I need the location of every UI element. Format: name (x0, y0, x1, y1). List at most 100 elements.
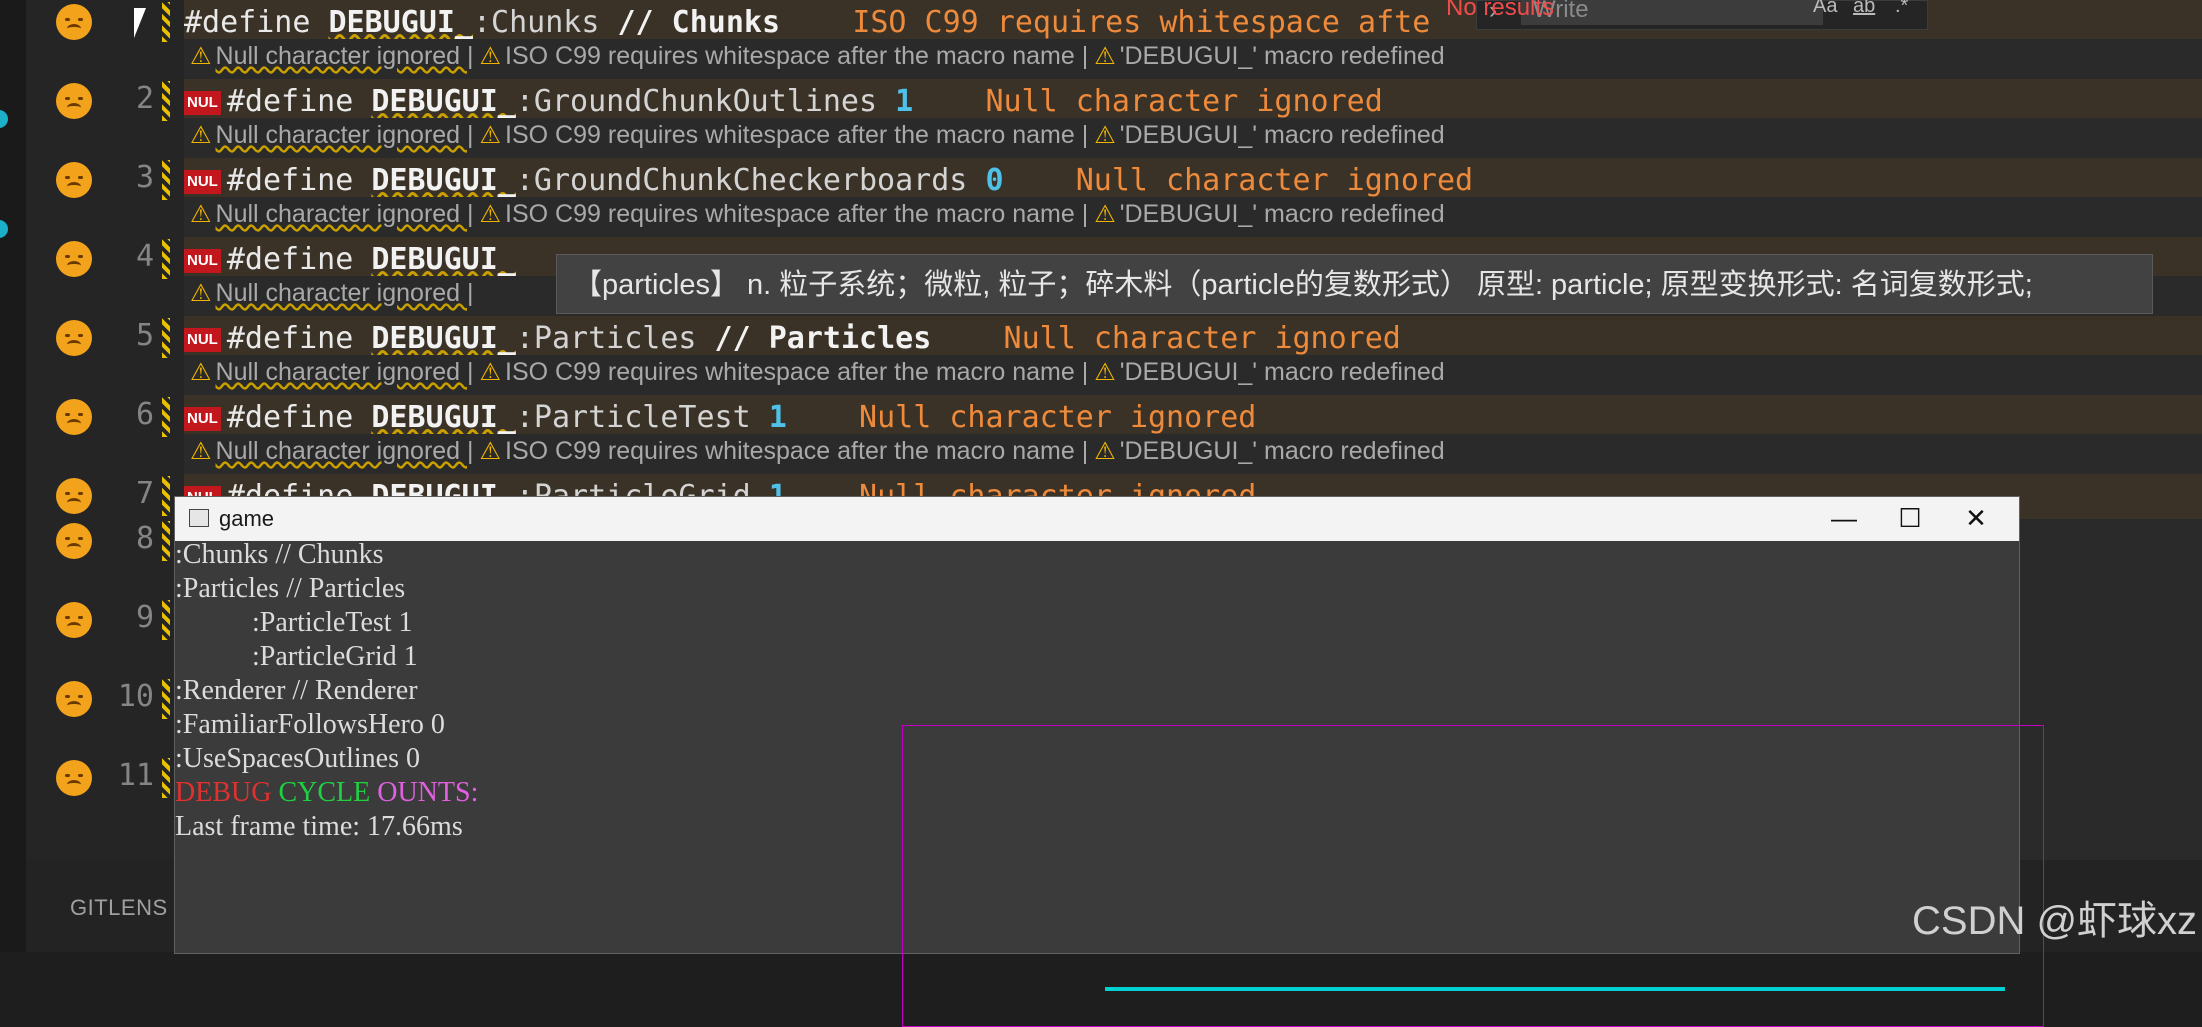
git-change-marker[interactable] (162, 81, 170, 121)
define-keyword: #define (226, 84, 354, 119)
diagnostic-message: ISO C99 requires whitespace after the ma… (505, 42, 1089, 70)
git-change-marker[interactable] (162, 600, 170, 640)
diagnostic-message: Null character ignored | (215, 279, 474, 307)
inline-error: Null character ignored (1075, 163, 1474, 198)
diagnostic-line[interactable]: ⚠ Null character ignored | ⚠ ISO C99 requir… (184, 434, 2202, 468)
diagnostic-message: 'DEBUGUI_' macro redefined (1119, 121, 1445, 149)
debug-word: CYCLE (278, 777, 371, 808)
diagnostic-message: 'DEBUGUI_' macro redefined (1119, 358, 1445, 386)
macro-name: DEBUGUI_ (371, 163, 516, 198)
warning-icon: ⚠ (479, 122, 502, 149)
git-change-marker[interactable] (162, 521, 170, 561)
inline-error: Null character ignored (985, 84, 1383, 119)
macro-name: DEBUGUI_ (371, 242, 516, 277)
window-app-icon (189, 509, 209, 527)
minimize-button[interactable]: — (1811, 497, 1877, 541)
warning-icon: ⚠ (1094, 43, 1116, 70)
game-debug-line[interactable]: :ParticleGrid 1 (175, 641, 418, 673)
diagnostic-message: Null character ignored | (215, 200, 474, 228)
maximize-button[interactable]: ☐ (1877, 497, 1943, 541)
gitlens-panel-tab[interactable]: GITLENS (70, 895, 168, 921)
git-change-marker[interactable] (162, 397, 170, 437)
editor-gutter: 2 3 4 5 6 7 8 9 10 11 (26, 0, 184, 860)
find-no-results: No results (1446, 0, 1555, 21)
game-debug-line[interactable]: :Chunks // Chunks (175, 539, 383, 571)
debug-word: DEBUG (175, 777, 272, 808)
macro-suffix: :GroundChunkCheckerboards (515, 163, 968, 198)
diagnostic-line[interactable]: ⚠ Null character ignored | ⚠ ISO C99 requir… (184, 39, 2202, 73)
diagnostic-message: ISO C99 requires whitespace after the ma… (505, 200, 1089, 228)
sad-face-icon (56, 760, 92, 796)
line-number: 2 (135, 81, 154, 116)
diagnostic-message: Null character ignored | (215, 437, 474, 465)
warning-icon: ⚠ (190, 201, 212, 228)
nul-badge: NUL (184, 327, 221, 352)
git-change-marker[interactable] (162, 318, 170, 358)
define-keyword: #define (226, 321, 354, 356)
macro-value: 1 (768, 400, 787, 435)
diagnostic-line[interactable]: ⚠ Null character ignored | ⚠ ISO C99 requir… (184, 355, 2202, 389)
diagnostic-message: ISO C99 requires whitespace after the ma… (505, 358, 1089, 386)
macro-value: 1 (895, 84, 914, 119)
diagnostic-line[interactable]: ⚠ Null character ignored | ⚠ ISO C99 requir… (184, 118, 2202, 152)
define-keyword: #define (226, 400, 354, 435)
warning-icon: ⚠ (479, 43, 502, 70)
regex-icon[interactable]: .* (1895, 0, 1908, 18)
sad-face-icon (56, 602, 92, 638)
frame-time-line: Last frame time: 17.66ms (175, 811, 463, 842)
sad-face-icon (56, 478, 92, 514)
close-button[interactable]: ✕ (1943, 497, 2009, 541)
macro-value: 0 (985, 163, 1004, 198)
warning-icon: ⚠ (1094, 359, 1116, 386)
macro-suffix: :Chunks (473, 5, 600, 40)
sad-face-icon (56, 83, 92, 119)
define-keyword: #define (226, 242, 354, 277)
git-change-marker[interactable] (162, 160, 170, 200)
git-change-marker[interactable] (162, 476, 170, 516)
game-debug-line[interactable]: :Renderer // Renderer (175, 675, 418, 707)
line-number: 3 (135, 160, 154, 195)
sad-face-icon (56, 4, 92, 40)
nul-badge: NUL (184, 90, 221, 115)
game-viewport[interactable]: :Chunks // Chunks:Particles // Particles… (175, 539, 2044, 1027)
warning-icon: ⚠ (479, 438, 502, 465)
macro-suffix: :ParticleTest (515, 400, 751, 435)
nul-badge: NUL (184, 169, 221, 194)
nul-badge: NUL (184, 248, 221, 273)
line-number: 10 (117, 679, 154, 714)
sad-face-icon (56, 523, 92, 559)
sad-face-icon (56, 241, 92, 277)
git-change-marker[interactable] (162, 758, 170, 798)
game-debug-line[interactable]: :UseSpacesOutlines 0 (175, 743, 420, 775)
match-word-icon[interactable]: ab (1853, 0, 1875, 18)
mouse-cursor-icon (134, 8, 146, 38)
diagnostic-message: ISO C99 requires whitespace after the ma… (505, 121, 1089, 149)
debug-cycle-counts-line: DEBUG CYCLE OUNTS: (175, 777, 478, 809)
diagnostic-message: Null character ignored | (215, 121, 474, 149)
macro-suffix: :Particles (515, 321, 697, 356)
sad-face-icon (56, 320, 92, 356)
game-titlebar[interactable]: game — ☐ ✕ (175, 497, 2019, 541)
activity-indicator[interactable] (0, 110, 8, 128)
inline-error: Null character ignored (859, 400, 1257, 435)
diagnostic-line[interactable]: ⚠ Null character ignored | ⚠ ISO C99 requir… (184, 197, 2202, 231)
game-debug-line[interactable]: :FamiliarFollowsHero 0 (175, 709, 445, 741)
git-change-marker[interactable] (162, 679, 170, 719)
diagnostic-message: 'DEBUGUI_' macro redefined (1119, 437, 1445, 465)
diagnostic-message: 'DEBUGUI_' macro redefined (1119, 42, 1445, 70)
activity-indicator[interactable] (0, 220, 8, 238)
line-number: 11 (117, 758, 154, 793)
match-case-icon[interactable]: Aa (1813, 0, 1837, 18)
line-number: 6 (135, 397, 154, 432)
game-debug-line[interactable]: :Particles // Particles (175, 573, 405, 605)
sad-face-icon (56, 399, 92, 435)
diagnostic-message: ISO C99 requires whitespace after the ma… (505, 437, 1089, 465)
sad-face-icon (56, 681, 92, 717)
git-change-marker[interactable] (162, 239, 170, 279)
debug-outline-line (1105, 987, 2005, 991)
game-debug-line[interactable]: :ParticleTest 1 (175, 607, 413, 639)
git-change-marker[interactable] (162, 2, 170, 42)
line-number: 8 (135, 521, 154, 556)
activity-bar (0, 0, 26, 952)
warning-icon: ⚠ (479, 359, 502, 386)
